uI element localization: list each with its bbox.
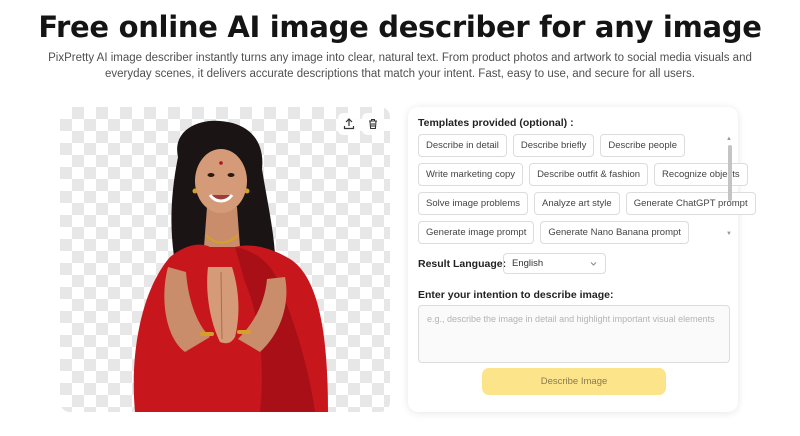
template-chip[interactable]: Solve image problems [418, 192, 528, 215]
language-label: Result Language: [418, 258, 507, 270]
page-title: Free online AI image describer for any i… [0, 10, 800, 44]
scroll-up-arrow-icon[interactable]: ▲ [726, 136, 732, 142]
template-chip[interactable]: Generate Nano Banana prompt [540, 221, 689, 244]
upload-icon [343, 118, 355, 130]
language-value: English [512, 258, 544, 269]
template-chip[interactable]: Recognize objects [654, 163, 748, 186]
uploaded-image [133, 120, 328, 412]
title-highlight: Free [38, 10, 109, 44]
trash-icon [369, 118, 377, 130]
chevron-down-icon [590, 262, 597, 266]
template-list: Describe in detail Describe briefly Desc… [418, 134, 756, 250]
title-text: online AI image describer for any image [108, 10, 762, 44]
template-chip[interactable]: Analyze art style [534, 192, 620, 215]
templates-label: Templates provided (optional) : [418, 117, 574, 129]
template-row: Write marketing copy Describe outfit & f… [418, 163, 748, 186]
language-select[interactable]: English [503, 253, 606, 274]
delete-button[interactable] [362, 113, 384, 135]
template-row: Solve image problems Analyze art style G… [418, 192, 756, 215]
page-subtitle: PixPretty AI image describer instantly t… [48, 52, 752, 80]
template-row: Generate image prompt Generate Nano Bana… [418, 221, 730, 244]
describe-form-panel: Templates provided (optional) : Describe… [408, 107, 756, 412]
template-chip[interactable]: Describe outfit & fashion [529, 163, 649, 186]
template-chip[interactable]: Generate image prompt [418, 221, 535, 244]
scroll-down-arrow-icon[interactable]: ▼ [726, 231, 732, 237]
template-chip[interactable]: Generate ChatGPT prompt [625, 192, 756, 215]
template-chip[interactable]: Write marketing copy [418, 163, 524, 186]
template-chip[interactable]: Describe briefly [512, 134, 595, 157]
template-chip[interactable]: Describe in detail [418, 134, 507, 157]
template-row: Describe in detail Describe briefly Desc… [418, 134, 730, 157]
upload-button[interactable] [338, 113, 360, 135]
image-preview-panel [60, 107, 390, 412]
template-chip[interactable]: Describe people [600, 134, 685, 157]
describe-image-button[interactable]: Describe Image [482, 368, 666, 395]
intention-label: Enter your intention to describe image: [418, 289, 614, 301]
intention-input[interactable] [418, 305, 730, 363]
template-scrollbar[interactable] [728, 145, 732, 201]
